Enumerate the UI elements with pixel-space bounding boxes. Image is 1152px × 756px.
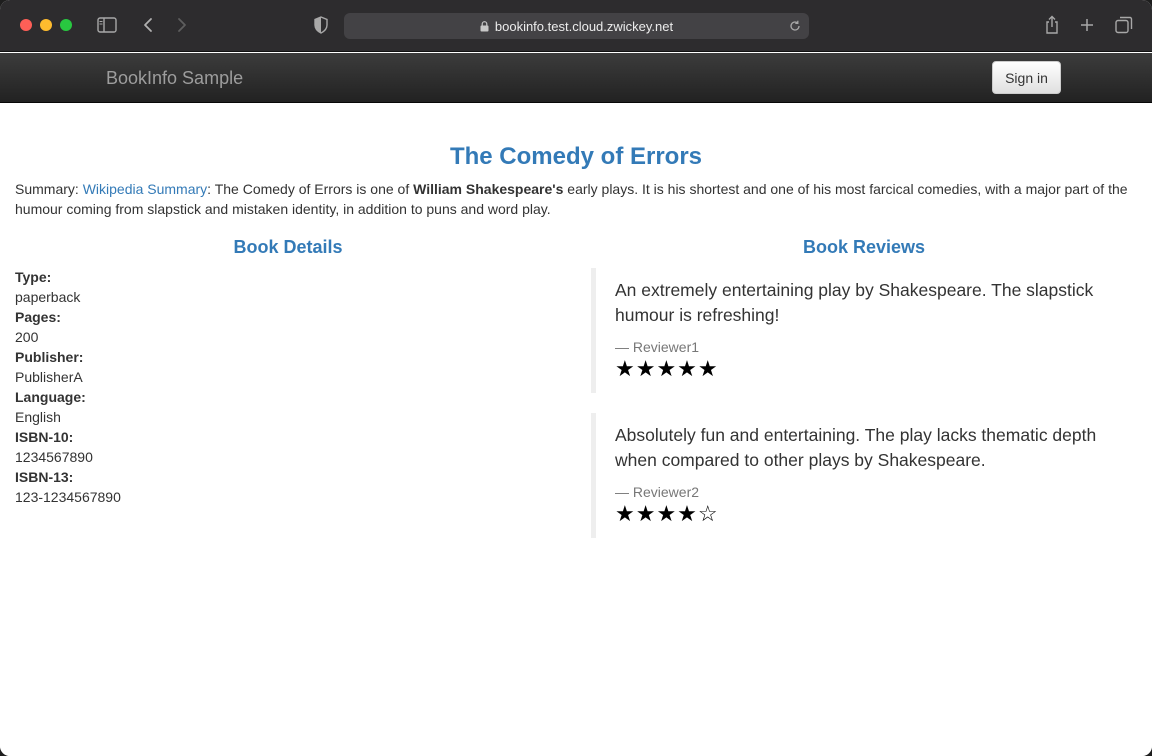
share-icon[interactable] (1041, 14, 1063, 36)
isbn13-value: 123-1234567890 (15, 489, 121, 505)
summary-author: William Shakespeare's (413, 181, 564, 197)
url-text: bookinfo.test.cloud.zwickey.net (494, 18, 674, 34)
sign-in-button[interactable]: Sign in (992, 61, 1061, 94)
page-content: The Comedy of Errors Summary: Wikipedia … (0, 103, 1152, 756)
review-text: Absolutely fun and entertaining. The pla… (615, 425, 1097, 470)
review-text: An extremely entertaining play by Shakes… (615, 280, 1094, 325)
minimize-window-button[interactable] (40, 19, 52, 31)
forward-icon[interactable] (171, 14, 193, 36)
new-tab-icon[interactable] (1076, 14, 1098, 36)
reviewer-name: — Reviewer2 (615, 484, 700, 500)
publisher-value: PublisherA (15, 369, 83, 385)
book-title: The Comedy of Errors (449, 143, 703, 170)
star-rating: ★★★★☆ (615, 501, 719, 526)
language-value: English (15, 409, 61, 425)
address-bar[interactable]: bookinfo.test.cloud.zwickey.net (344, 13, 809, 39)
bookinfo-navbar: BookInfo Sample Sign in (0, 53, 1152, 103)
summary-text: : The Comedy of Errors is one of (207, 181, 414, 197)
reviewer-name: — Reviewer1 (615, 339, 700, 355)
language-label: Language: (15, 389, 86, 405)
zoom-window-button[interactable] (60, 19, 72, 31)
publisher-label: Publisher: (15, 349, 84, 365)
isbn10-label: ISBN-10: (15, 429, 74, 445)
pages-value: 200 (15, 329, 39, 345)
tab-overview-icon[interactable] (1113, 14, 1135, 36)
book-details-heading: Book Details (233, 237, 343, 257)
reload-icon[interactable] (787, 18, 803, 34)
book-summary: Summary: Wikipedia Summary: The Comedy o… (15, 179, 1140, 219)
browser-window: bookinfo.test.cloud.zwickey.net BookInfo… (0, 0, 1152, 756)
type-label: Type: (15, 269, 52, 285)
privacy-shield-icon[interactable] (310, 14, 332, 36)
review-card: Absolutely fun and entertaining. The pla… (591, 413, 1136, 538)
sidebar-toggle-icon[interactable] (96, 14, 118, 36)
isbn13-label: ISBN-13: (15, 469, 74, 485)
type-value: paperback (15, 289, 81, 305)
lock-icon (480, 20, 489, 32)
brand-link[interactable]: BookInfo Sample (106, 68, 243, 89)
pages-label: Pages: (15, 309, 61, 325)
close-window-button[interactable] (20, 19, 32, 31)
browser-toolbar: bookinfo.test.cloud.zwickey.net (0, 0, 1152, 52)
wikipedia-summary-link[interactable]: Wikipedia Summary (83, 181, 207, 197)
back-icon[interactable] (137, 14, 159, 36)
review-card: An extremely entertaining play by Shakes… (591, 268, 1136, 393)
star-rating: ★★★★★ (615, 356, 719, 381)
summary-prefix: Summary: (15, 181, 83, 197)
book-details-list: Type: paperback Pages: 200 Publisher: Pu… (15, 267, 121, 507)
isbn10-value: 1234567890 (15, 449, 93, 465)
book-reviews-heading: Book Reviews (802, 237, 926, 257)
